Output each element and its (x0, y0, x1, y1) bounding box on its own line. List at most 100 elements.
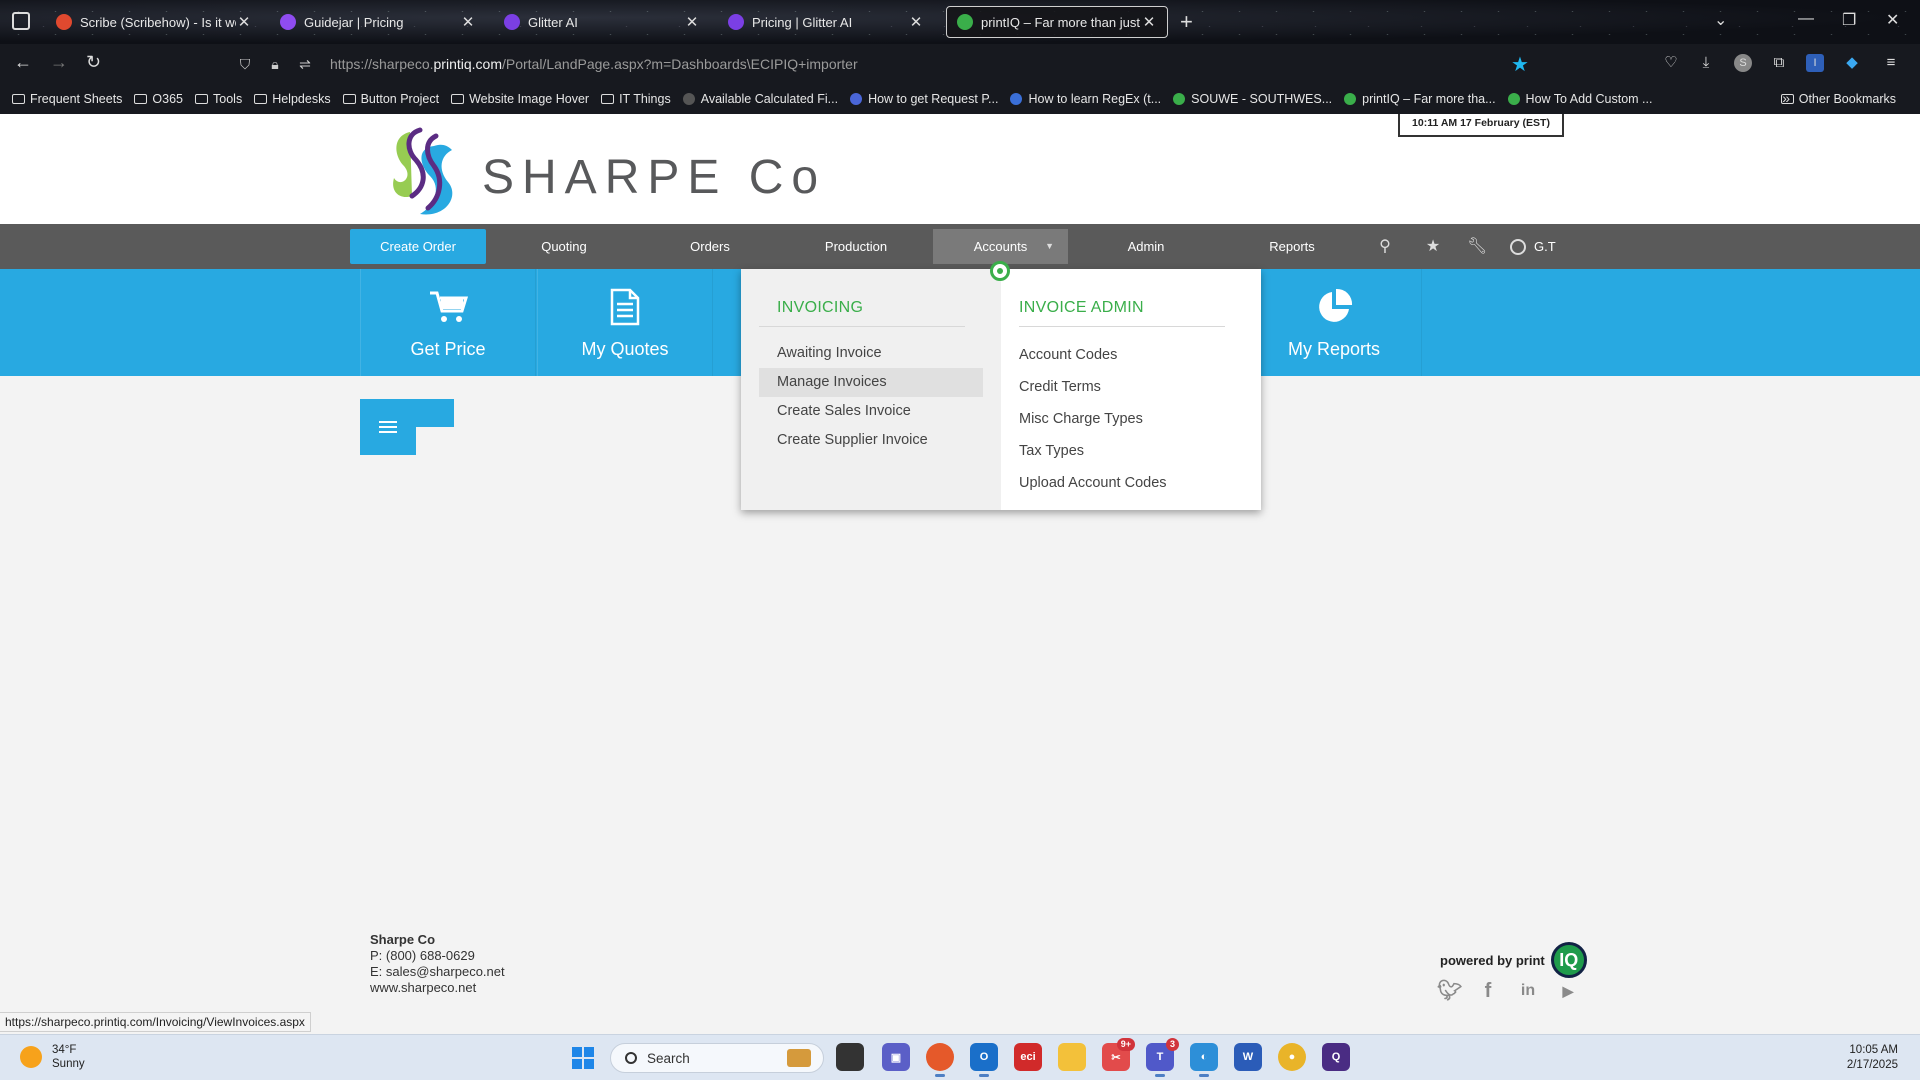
wrench-icon[interactable]: 🔧︎ (1467, 236, 1487, 256)
menu-item-manage-invoices[interactable]: Manage Invoices (759, 368, 983, 397)
invoice-admin-heading: INVOICE ADMIN (1019, 299, 1225, 327)
close-icon[interactable]: ✕ (684, 13, 700, 31)
menu-item-account-codes[interactable]: Account Codes (1019, 339, 1243, 371)
address-bar[interactable]: ⛉ 🔒︎ ⇌ https://sharpeco.printiq.com/Port… (236, 50, 1536, 78)
bookmark-link[interactable]: Available Calculated Fi... (682, 92, 838, 106)
menu-item-misc-charge-types[interactable]: Misc Charge Types (1019, 403, 1243, 435)
nav-reports[interactable]: Reports (1224, 229, 1360, 264)
system-time: 10:05 AM (1849, 1044, 1898, 1056)
powered-by[interactable]: powered by print IQ (1440, 942, 1587, 978)
new-tab-icon[interactable]: + (1180, 9, 1193, 35)
system-clock[interactable]: 10:05 AM 2/17/2025 (1847, 1043, 1898, 1073)
nav-create-order[interactable]: Create Order (350, 229, 486, 264)
menu-item-upload-account-codes[interactable]: Upload Account Codes (1019, 467, 1243, 499)
tab-list-icon[interactable] (12, 12, 30, 30)
minimize-icon[interactable]: — (1798, 10, 1814, 28)
tab-title: Glitter AI (528, 14, 578, 30)
app-icon[interactable]: Q (1322, 1043, 1350, 1071)
close-icon[interactable]: ✕ (1141, 13, 1157, 31)
close-icon[interactable]: ✕ (236, 13, 252, 31)
globe-icon (682, 93, 695, 105)
weather-widget[interactable]: 34°F Sunny (20, 1043, 85, 1071)
taskbar-search[interactable]: Search (610, 1043, 824, 1073)
bookmark-folder[interactable]: Tools (195, 92, 242, 106)
star-icon[interactable]: ★ (1423, 236, 1443, 256)
task-view-icon[interactable] (836, 1043, 864, 1071)
bookmark-folder[interactable]: Button Project (342, 92, 439, 106)
linkedin-icon[interactable]: in (1517, 980, 1539, 1002)
bookmark-folder[interactable]: IT Things (601, 92, 671, 106)
menu-item-tax-types[interactable]: Tax Types (1019, 435, 1243, 467)
vpn-icon[interactable]: ◆ (1843, 54, 1861, 72)
facebook-icon[interactable]: f (1477, 980, 1499, 1002)
weather-desc: Sunny (52, 1058, 85, 1070)
forward-icon[interactable]: → (50, 52, 68, 73)
footer-website[interactable]: www.sharpeco.net (370, 980, 505, 996)
teams-icon[interactable]: T3 (1146, 1038, 1179, 1077)
nav-admin[interactable]: Admin (1078, 229, 1214, 264)
browser-tab[interactable]: Guidejar | Pricing ✕ (270, 6, 486, 38)
tile-my-quotes[interactable]: My Quotes (537, 269, 713, 376)
snipping-tool-icon[interactable]: ✂ 9+ (1102, 1038, 1135, 1071)
close-window-icon[interactable]: ✕ (1886, 10, 1899, 30)
nav-quoting[interactable]: Quoting (496, 229, 632, 264)
twitter-icon[interactable]: 🐦︎ (1437, 980, 1462, 1002)
close-icon[interactable]: ✕ (908, 13, 924, 31)
search-icon[interactable]: ⚲ (1375, 236, 1395, 256)
company-logo[interactable]: SHARPE Co (390, 126, 820, 222)
folder-icon (12, 94, 25, 104)
browser-tab[interactable]: Glitter AI ✕ (494, 6, 710, 38)
reload-icon[interactable]: ↻ (86, 52, 101, 73)
tile-get-price[interactable]: Get Price (360, 269, 536, 376)
pocket-icon[interactable]: ♡ (1662, 54, 1680, 72)
chrome-icon[interactable]: ● (1278, 1043, 1306, 1071)
bookmark-link[interactable]: How to get Request P... (850, 92, 998, 106)
menu-item-create-supplier-invoice[interactable]: Create Supplier Invoice (759, 426, 983, 455)
menu-item-credit-terms[interactable]: Credit Terms (1019, 371, 1243, 403)
menu-item-awaiting-invoice[interactable]: Awaiting Invoice (759, 339, 983, 368)
nav-accounts[interactable]: Accounts ▼ (933, 229, 1068, 264)
download-icon[interactable]: ⤓ (1697, 54, 1715, 72)
sidebar-toggle[interactable] (360, 399, 454, 455)
bookmark-folder[interactable]: O365 (134, 92, 183, 106)
youtube-icon[interactable]: ▶ (1557, 980, 1579, 1002)
tile-my-reports[interactable]: My Reports (1246, 269, 1422, 376)
eci-icon[interactable]: eci (1014, 1043, 1042, 1071)
nav-orders[interactable]: Orders (642, 229, 778, 264)
user-menu[interactable]: G.T (1510, 229, 1556, 264)
windows-start-icon[interactable] (572, 1047, 594, 1069)
extension-icon[interactable]: I (1806, 54, 1824, 72)
browser-tab[interactable]: Scribe (Scribehow) - Is it worth ✕ (46, 6, 262, 38)
back-icon[interactable]: ← (14, 52, 32, 73)
firefox-icon[interactable] (926, 1043, 954, 1077)
browser-tab-active[interactable]: printIQ – Far more than just an ✕ (946, 6, 1168, 38)
close-icon[interactable]: ✕ (460, 13, 476, 31)
bookmark-folder-other[interactable]: Other Bookmarks (1780, 92, 1896, 106)
weather-temp: 34°F (52, 1044, 77, 1056)
bookmark-link[interactable]: printIQ – Far more tha... (1344, 92, 1496, 106)
bookmark-link[interactable]: How to learn RegEx (t... (1010, 92, 1161, 106)
chevron-down-icon[interactable]: ⌄ (1714, 10, 1727, 30)
word-icon[interactable]: W (1234, 1043, 1262, 1071)
m365-icon[interactable]: ◐ (1190, 1043, 1218, 1077)
bookmark-folder[interactable]: Website Image Hover (451, 92, 589, 106)
menu-icon[interactable]: ≡ (1882, 54, 1900, 72)
powered-by-text: powered by print (1440, 952, 1545, 968)
outlook-icon[interactable]: O (970, 1043, 998, 1077)
footer-email[interactable]: E: sales@sharpeco.net (370, 964, 505, 980)
file-explorer-icon[interactable] (1058, 1043, 1086, 1071)
account-icon[interactable]: S (1734, 54, 1752, 72)
nav-production[interactable]: Production (788, 229, 924, 264)
browser-tab-bar: Scribe (Scribehow) - Is it worth ✕ Guide… (0, 0, 1920, 44)
bookmark-link[interactable]: How To Add Custom ... (1507, 92, 1652, 106)
bookmark-star-icon[interactable]: ★ (1511, 52, 1529, 77)
browser-tab[interactable]: Pricing | Glitter AI ✕ (718, 6, 934, 38)
extensions-icon[interactable]: ⧉ (1770, 54, 1788, 72)
bookmark-folder[interactable]: Frequent Sheets (12, 92, 122, 106)
bookmark-folder[interactable]: Helpdesks (254, 92, 331, 106)
bookmark-link[interactable]: SOUWE - SOUTHWES... (1173, 92, 1332, 106)
menu-item-create-sales-invoice[interactable]: Create Sales Invoice (759, 397, 983, 426)
restore-icon[interactable]: ❐ (1842, 10, 1856, 30)
logo-mark-icon (393, 127, 453, 215)
meet-icon[interactable]: ▣ (882, 1043, 910, 1071)
